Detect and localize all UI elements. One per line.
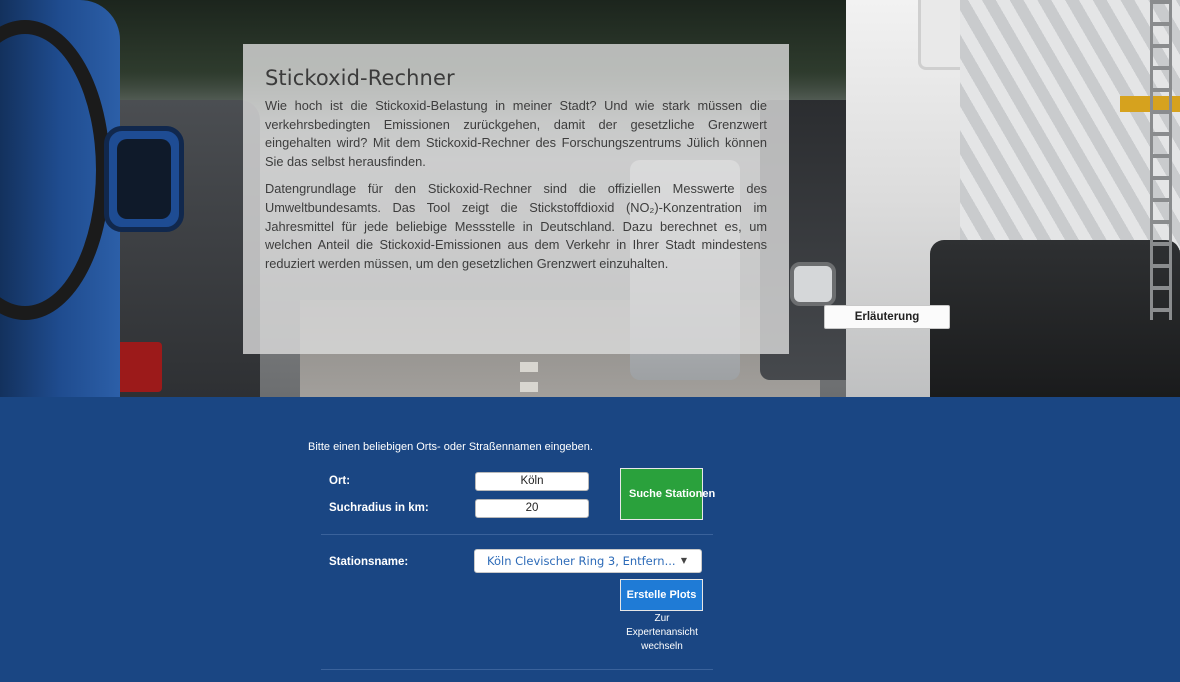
search-form: Bitte einen beliebigen Orts- oder Straße… (0, 397, 1180, 682)
chevron-down-icon: ▼ (680, 556, 687, 565)
hero-lane-mark (520, 362, 538, 372)
erlaeuterung-button[interactable]: Erläuterung (824, 305, 950, 329)
search-hint: Bitte einen beliebigen Orts- oder Straße… (308, 441, 593, 453)
intro-paragraph: Wie hoch ist die Stickoxid-Belastung in … (265, 98, 767, 169)
radius-label: Suchradius in km: (329, 502, 429, 514)
create-plots-button[interactable]: Erstelle Plots (620, 579, 703, 611)
hero-truck-mirror (790, 262, 836, 306)
page-title: Stickoxid-Rechner (265, 66, 455, 90)
info-panel: Stickoxid-Rechner Wie hoch ist die Stick… (243, 44, 789, 354)
search-stations-button[interactable]: Suche Stationen (620, 468, 715, 520)
divider (321, 534, 713, 535)
ort-input[interactable]: Köln (475, 472, 589, 491)
station-select[interactable]: Köln Clevischer Ring 3, Entfern... ▼ (474, 549, 702, 573)
expert-view-link[interactable]: Zur Expertenansicht wechseln (620, 612, 704, 654)
hero-side-mirror (104, 126, 184, 232)
expert-link-line: Expertenansicht (626, 627, 698, 638)
station-label: Stationsname: (329, 556, 409, 568)
hero-truck-wheels (930, 240, 1180, 397)
radius-input[interactable]: 20 (475, 499, 589, 518)
station-select-value: Köln Clevischer Ring 3, Entfern... (487, 554, 676, 568)
ort-label: Ort: (329, 475, 351, 487)
expert-link-line: wechseln (641, 641, 683, 652)
hero-tank (960, 0, 1180, 250)
hero-lane-mark (520, 382, 538, 392)
data-source-paragraph: Datengrundlage für den Stickoxid-Rechner… (265, 181, 767, 271)
hero-ladder (1150, 0, 1172, 320)
expert-link-line: Zur (654, 613, 670, 624)
divider (321, 669, 713, 670)
